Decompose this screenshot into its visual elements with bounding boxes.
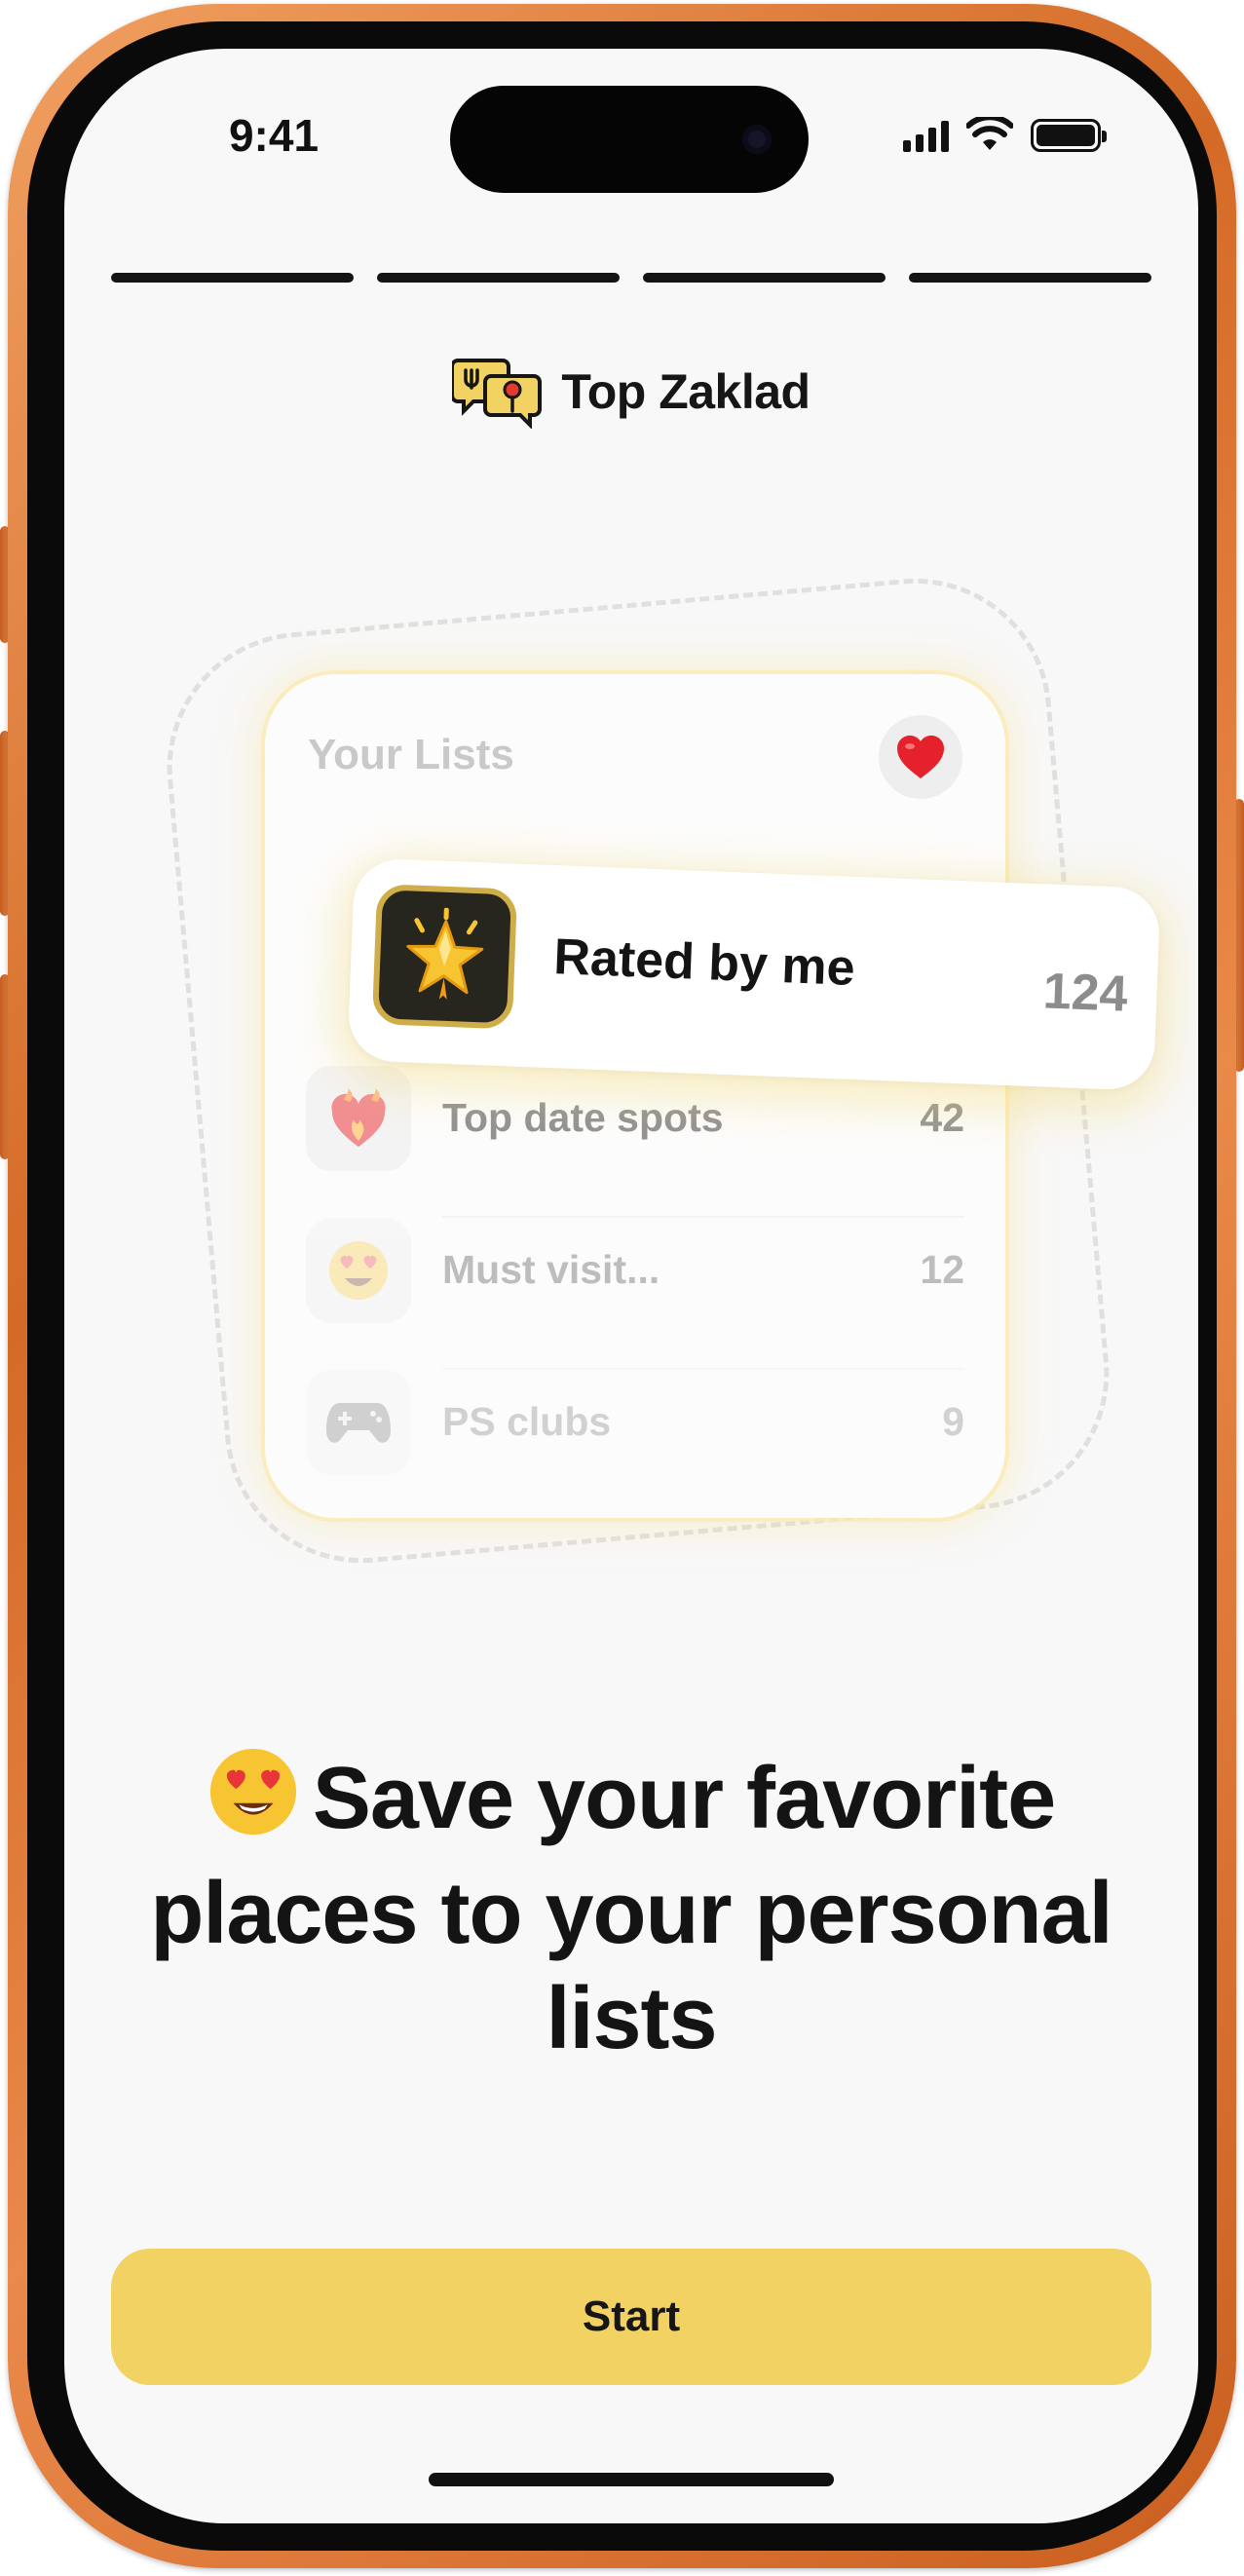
brand-name: Top Zaklad [561, 364, 810, 419]
glowing-star-icon [406, 907, 484, 1000]
brand-logo: Top Zaklad [64, 355, 1198, 429]
heart-eyes-face-icon [207, 1746, 299, 1861]
list-item: Top date spots 42 [306, 1066, 964, 1218]
game-controller-icon [306, 1370, 411, 1475]
list-item-label: Top date spots [442, 1095, 724, 1140]
featured-list-card: Rated by me 124 [347, 857, 1161, 1091]
favorite-button [879, 715, 962, 799]
heart-on-fire-icon [306, 1066, 411, 1171]
cellular-signal-icon [903, 121, 949, 152]
lists-card: Your Lists Top date spots 42 Must visit.… [265, 674, 1005, 1518]
list-item: Must visit... 12 [306, 1218, 964, 1370]
progress-segment [643, 273, 886, 283]
list-item-count: 12 [920, 1247, 964, 1292]
progress-segment [909, 273, 1151, 283]
dynamic-island [450, 86, 809, 193]
onboarding-progress [111, 273, 1151, 283]
progress-segment [111, 273, 354, 283]
featured-list-count: 124 [1041, 963, 1129, 1023]
list-item-count: 9 [942, 1399, 964, 1444]
list-item-label: Must visit... [442, 1247, 660, 1292]
status-time: 9:41 [228, 110, 320, 161]
battery-icon [1031, 119, 1107, 152]
progress-segment [377, 273, 620, 283]
list-item-count: 42 [920, 1095, 964, 1140]
featured-list-label: Rated by me [552, 928, 856, 997]
status-icons [903, 117, 1107, 152]
front-camera [742, 125, 772, 154]
lists-card-title: Your Lists [308, 731, 514, 778]
wifi-icon [966, 117, 1013, 150]
home-indicator[interactable] [429, 2473, 834, 2486]
speech-bubbles-fork-pin-icon [452, 359, 543, 429]
phone-frame: 9:41 Top Zaklad Your Lists Top date spot… [8, 4, 1236, 2568]
list-item: PS clubs 9 [306, 1370, 964, 1475]
heart-eyes-face-icon [306, 1218, 411, 1323]
headline: Save your favorite places to your person… [132, 1746, 1130, 2071]
list-item-label: PS clubs [442, 1399, 612, 1444]
featured-list-icon [371, 884, 518, 1030]
red-heart-icon [896, 735, 945, 778]
screen: 9:41 Top Zaklad Your Lists Top date spot… [64, 49, 1198, 2523]
start-button[interactable]: Start [111, 2249, 1151, 2385]
